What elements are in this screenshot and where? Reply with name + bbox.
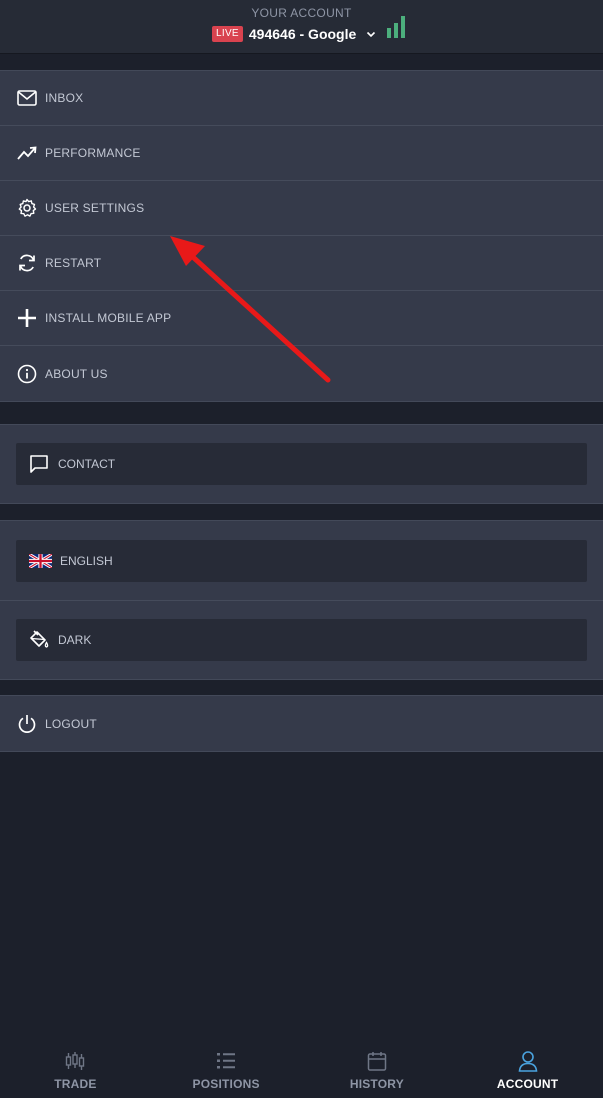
menu-item-label: INSTALL MOBILE APP — [45, 311, 172, 325]
account-selector[interactable]: LIVE 494646 - Google — [212, 24, 376, 44]
language-label: ENGLISH — [60, 554, 113, 568]
language-selector[interactable]: ENGLISH — [16, 540, 587, 582]
logout-button[interactable]: LOGOUT — [0, 696, 603, 751]
menu-item-label: ABOUT US — [45, 366, 108, 381]
tab-trade[interactable]: TRADE — [0, 1040, 151, 1098]
signal-strength-icon — [387, 16, 405, 38]
calendar-icon — [367, 1052, 387, 1071]
candlestick-icon — [66, 1052, 85, 1070]
contact-section: CONTACT — [0, 424, 603, 504]
menu-item-label: INBOX — [45, 91, 84, 105]
contact-button[interactable]: CONTACT — [16, 443, 587, 485]
power-icon — [16, 713, 38, 735]
trend-icon — [16, 142, 38, 164]
uk-flag-icon — [28, 550, 52, 572]
menu-item-restart[interactable]: RESTART — [0, 236, 603, 291]
menu-item-user-settings[interactable]: USER SETTINGS — [0, 181, 603, 236]
menu-item-label: RESTART — [45, 256, 102, 270]
paint-bucket-icon — [28, 629, 50, 651]
list-icon — [217, 1053, 236, 1069]
logout-section: LOGOUT — [0, 695, 603, 752]
info-icon — [16, 363, 38, 385]
gear-icon — [16, 197, 38, 219]
logout-label: LOGOUT — [45, 716, 97, 731]
chat-icon — [28, 453, 50, 475]
theme-label: DARK — [58, 633, 92, 647]
plus-icon — [16, 307, 38, 329]
tab-account[interactable]: ACCOUNT — [452, 1040, 603, 1098]
tab-label: TRADE — [54, 1077, 97, 1091]
menu-item-inbox[interactable]: INBOX — [0, 71, 603, 126]
user-icon — [518, 1051, 538, 1072]
menu-item-performance[interactable]: PERFORMANCE — [0, 126, 603, 181]
tab-positions[interactable]: POSITIONS — [151, 1040, 302, 1098]
menu-item-install-mobile-app[interactable]: INSTALL MOBILE APP — [0, 291, 603, 346]
main-menu: INBOX PERFORMANCE USER SETTINGS RESTART … — [0, 70, 603, 402]
mail-icon — [16, 87, 38, 109]
menu-item-label: USER SETTINGS — [45, 201, 145, 215]
theme-selector[interactable]: DARK — [16, 619, 587, 661]
tab-label: POSITIONS — [192, 1077, 260, 1091]
preferences-section: ENGLISH DARK — [0, 520, 603, 680]
chevron-down-icon — [367, 31, 376, 38]
menu-item-label: PERFORMANCE — [45, 146, 141, 160]
menu-item-about-us[interactable]: ABOUT US — [0, 346, 603, 401]
account-header: YOUR ACCOUNT LIVE 494646 - Google — [0, 0, 603, 54]
tab-label: HISTORY — [349, 1077, 404, 1091]
refresh-icon — [16, 252, 38, 274]
live-badge: LIVE — [212, 26, 243, 42]
your-account-label: YOUR ACCOUNT — [251, 6, 352, 20]
bottom-tab-bar: TRADE POSITIONS HISTORY ACCOUNT — [0, 1040, 603, 1098]
tab-label: ACCOUNT — [496, 1077, 559, 1091]
contact-label: CONTACT — [58, 457, 116, 471]
tab-history[interactable]: HISTORY — [302, 1040, 453, 1098]
account-name: 494646 - Google — [248, 26, 357, 42]
